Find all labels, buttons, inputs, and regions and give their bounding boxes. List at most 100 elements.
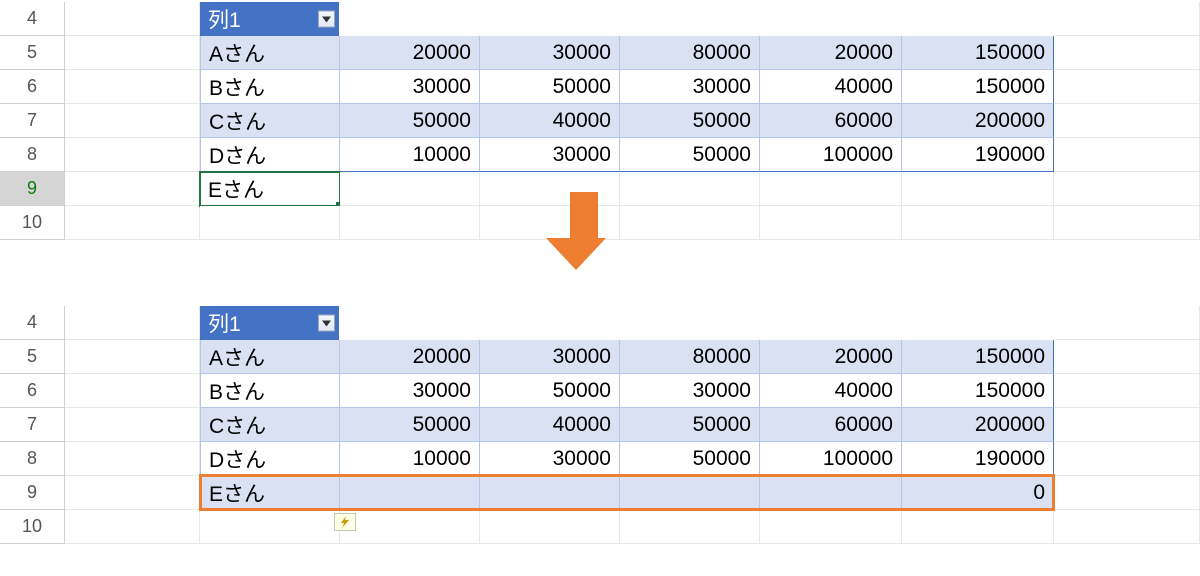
table-header[interactable]: 列1	[200, 2, 340, 36]
table-cell[interactable]: Dさん	[200, 138, 340, 172]
table-cell[interactable]: 150000	[902, 36, 1054, 70]
table-cell[interactable]: 20000	[340, 340, 480, 374]
cell-empty[interactable]	[65, 306, 200, 340]
table-cell[interactable]: 50000	[620, 104, 760, 138]
cell-empty[interactable]	[340, 172, 480, 206]
cell-empty[interactable]	[65, 408, 200, 442]
table-cell[interactable]: Bさん	[200, 70, 340, 104]
cell-empty[interactable]	[65, 172, 200, 206]
table-cell[interactable]: 30000	[620, 374, 760, 408]
cell-empty[interactable]	[1054, 374, 1200, 408]
table-cell[interactable]: 100000	[760, 138, 902, 172]
cell-empty[interactable]	[65, 510, 200, 544]
table-cell[interactable]: 10000	[340, 138, 480, 172]
cell-empty[interactable]	[620, 172, 760, 206]
table-cell[interactable]: 50000	[340, 104, 480, 138]
cell-empty[interactable]	[65, 442, 200, 476]
cell-empty[interactable]	[1054, 442, 1200, 476]
cell-empty[interactable]	[1054, 104, 1200, 138]
table-cell[interactable]: 30000	[480, 442, 620, 476]
table-cell[interactable]: 50000	[620, 408, 760, 442]
cell-empty[interactable]	[620, 510, 760, 544]
table-cell[interactable]: 50000	[480, 374, 620, 408]
cell-empty[interactable]	[1054, 138, 1200, 172]
table-cell[interactable]: 50000	[480, 70, 620, 104]
row-header[interactable]: 8	[0, 138, 65, 172]
table-cell[interactable]: Cさん	[200, 104, 340, 138]
cell-empty[interactable]	[1054, 340, 1200, 374]
table-cell[interactable]	[340, 476, 480, 510]
cell-empty[interactable]	[620, 206, 760, 240]
table-cell[interactable]: 190000	[902, 138, 1054, 172]
table-cell[interactable]: 60000	[760, 408, 902, 442]
table-cell[interactable]: 60000	[760, 104, 902, 138]
table-cell[interactable]: 20000	[340, 36, 480, 70]
cell-empty[interactable]	[65, 206, 200, 240]
table-cell[interactable]: 30000	[620, 70, 760, 104]
cell-empty[interactable]	[1054, 2, 1200, 36]
cell-empty[interactable]	[1054, 70, 1200, 104]
table-cell[interactable]: Eさん	[200, 476, 340, 510]
cell-empty[interactable]	[760, 206, 902, 240]
cell-empty[interactable]	[1054, 408, 1200, 442]
table-cell[interactable]	[480, 476, 620, 510]
row-header[interactable]: 6	[0, 70, 65, 104]
table-cell[interactable]: 40000	[760, 70, 902, 104]
cell-empty[interactable]	[65, 476, 200, 510]
table-cell[interactable]: 20000	[760, 36, 902, 70]
table-cell[interactable]	[760, 476, 902, 510]
table-cell[interactable]: 30000	[480, 340, 620, 374]
cell-empty[interactable]	[65, 138, 200, 172]
table-cell[interactable]: 50000	[340, 408, 480, 442]
active-cell-editing[interactable]: Eさん	[200, 172, 340, 206]
table-cell[interactable]: 10000	[340, 442, 480, 476]
table-cell[interactable]: 20000	[760, 340, 902, 374]
cell-empty[interactable]	[902, 206, 1054, 240]
row-header-active[interactable]: 9	[0, 172, 65, 206]
cell-empty[interactable]	[65, 104, 200, 138]
table-cell[interactable]: 30000	[480, 36, 620, 70]
cell-empty[interactable]	[200, 510, 340, 544]
cell-empty[interactable]	[760, 172, 902, 206]
table-cell[interactable]: 80000	[620, 36, 760, 70]
cell-empty[interactable]	[65, 70, 200, 104]
cell-empty[interactable]	[1054, 476, 1200, 510]
table-cell[interactable]: Aさん	[200, 36, 340, 70]
table-cell[interactable]: Cさん	[200, 408, 340, 442]
cell-empty[interactable]	[1054, 306, 1200, 340]
row-header[interactable]: 7	[0, 104, 65, 138]
table-header[interactable]: 列1	[200, 306, 340, 340]
table-cell[interactable]: 0	[902, 476, 1054, 510]
table-cell[interactable]: 40000	[760, 374, 902, 408]
cell-empty[interactable]	[200, 206, 340, 240]
row-header[interactable]: 6	[0, 374, 65, 408]
table-cell[interactable]: 150000	[902, 374, 1054, 408]
cell-empty[interactable]	[1054, 510, 1200, 544]
cell-empty[interactable]	[65, 374, 200, 408]
row-header[interactable]: 10	[0, 510, 65, 544]
row-header[interactable]: 5	[0, 340, 65, 374]
table-cell[interactable]: Bさん	[200, 374, 340, 408]
row-header[interactable]: 4	[0, 306, 65, 340]
row-header[interactable]: 5	[0, 36, 65, 70]
cell-empty[interactable]	[760, 510, 902, 544]
cell-empty[interactable]	[902, 510, 1054, 544]
cell-empty[interactable]	[340, 510, 480, 544]
cell-empty[interactable]	[65, 2, 200, 36]
autocorrect-options-icon[interactable]	[334, 513, 356, 531]
table-cell[interactable]: 100000	[760, 442, 902, 476]
filter-dropdown-icon[interactable]	[318, 315, 335, 332]
row-header[interactable]: 9	[0, 476, 65, 510]
cell-empty[interactable]	[1054, 36, 1200, 70]
row-header[interactable]: 4	[0, 2, 65, 36]
table-cell[interactable]: Dさん	[200, 442, 340, 476]
table-cell[interactable]: 200000	[902, 104, 1054, 138]
row-header[interactable]: 7	[0, 408, 65, 442]
cell-empty[interactable]	[65, 36, 200, 70]
table-cell[interactable]: 30000	[340, 374, 480, 408]
table-cell[interactable]: 200000	[902, 408, 1054, 442]
table-cell[interactable]: 50000	[620, 138, 760, 172]
table-cell[interactable]: 40000	[480, 104, 620, 138]
table-cell[interactable]	[620, 476, 760, 510]
table-cell[interactable]: 30000	[480, 138, 620, 172]
